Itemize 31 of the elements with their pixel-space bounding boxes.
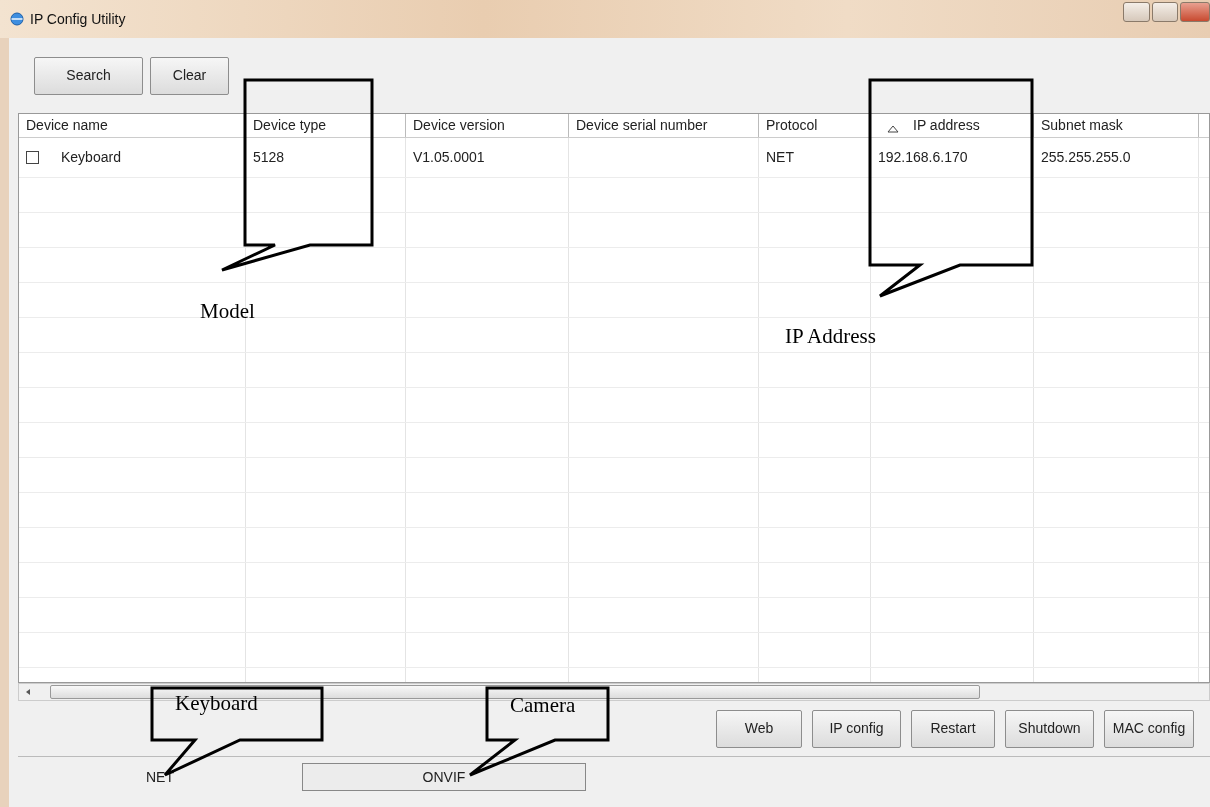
- minimize-button[interactable]: [1123, 2, 1150, 22]
- table-cell-text: NET: [766, 148, 794, 167]
- column-header[interactable]: Subnet mask: [1034, 114, 1199, 137]
- column-header[interactable]: Device type: [246, 114, 406, 137]
- annotation-label: Camera: [510, 692, 576, 719]
- annotation-label: Model: [200, 298, 255, 325]
- clear-button[interactable]: Clear: [150, 56, 229, 95]
- annotation-label: IP Address: [785, 323, 876, 350]
- column-header[interactable]: Device serial number: [569, 114, 759, 137]
- column-header[interactable]: IP address: [871, 114, 1034, 137]
- app-icon: [10, 12, 24, 26]
- ip-config-button[interactable]: IP config: [812, 709, 901, 748]
- annotation-label: Keyboard: [175, 690, 258, 717]
- column-header[interactable]: Device version: [406, 114, 569, 137]
- search-button[interactable]: Search: [34, 56, 143, 95]
- table-cell-text: V1.05.0001: [413, 148, 485, 167]
- table-cell-text: 5128: [253, 148, 285, 167]
- device-name-cell-text: Keyboard: [61, 148, 121, 167]
- column-header[interactable]: Device name: [19, 114, 246, 137]
- mac-config-button[interactable]: MAC config: [1104, 709, 1194, 748]
- row-checkbox[interactable]: [26, 151, 39, 164]
- column-header[interactable]: Protocol: [759, 114, 871, 137]
- scroll-left-icon[interactable]: [24, 688, 32, 696]
- shutdown-button[interactable]: Shutdown: [1005, 709, 1094, 748]
- table-cell-text: 192.168.6.170: [878, 148, 968, 167]
- window-title: IP Config Utility: [30, 9, 126, 29]
- web-button[interactable]: Web: [716, 709, 802, 748]
- table-cell-text: 255.255.255.0: [1041, 148, 1131, 167]
- tab[interactable]: ONVIF: [302, 763, 586, 791]
- restart-button[interactable]: Restart: [911, 709, 995, 748]
- maximize-button[interactable]: [1152, 2, 1178, 22]
